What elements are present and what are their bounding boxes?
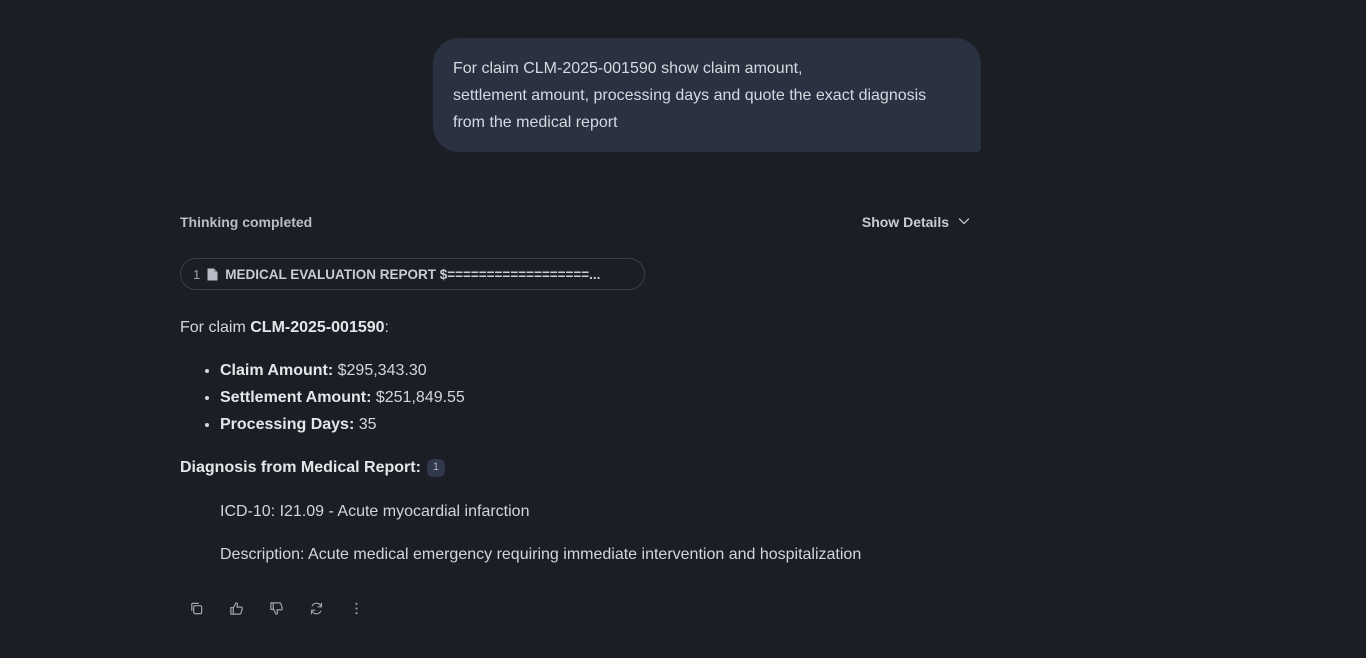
document-icon [207, 268, 218, 281]
fact-value: 35 [354, 416, 377, 433]
diagnosis-quote: ICD-10: I21.09 - Acute myocardial infarc… [220, 503, 530, 520]
diagnosis-heading: Diagnosis from Medical Report: 1 [180, 454, 980, 481]
user-message-bubble: For claim CLM-2025-001590 show claim amo… [433, 38, 981, 152]
thinking-status: Thinking completed [180, 214, 313, 230]
claim-facts-list: Claim Amount: $295,343.30 Settlement Amo… [180, 357, 980, 438]
thumbs-up-icon[interactable] [226, 596, 246, 620]
chat-page: For claim CLM-2025-001590 show claim amo… [0, 0, 1366, 658]
citation-badge[interactable]: 1 [426, 458, 445, 477]
user-message-line: settlement amount, processing days and q… [453, 87, 927, 104]
fact-label: Processing Days: [220, 416, 355, 433]
show-details-label: Show Details [861, 214, 949, 230]
user-message-line: For claim CLM-2025-001590 show claim amo… [453, 60, 803, 77]
claim-id: CLM-2025-001590 [250, 319, 385, 336]
list-item: Claim Amount: $295,343.30 [220, 357, 980, 384]
intro-prefix: For claim [180, 319, 251, 336]
source-title: MEDICAL EVALUATION REPORT $=============… [225, 266, 601, 282]
source-number: 1 [193, 266, 201, 282]
assistant-answer: For claim CLM-2025-001590: Claim Amount:… [180, 314, 980, 568]
diagnosis-quote: Description: Acute medical emergency req… [220, 546, 862, 563]
fact-value: $251,849.55 [371, 389, 465, 406]
copy-icon[interactable] [186, 596, 206, 620]
more-options-icon[interactable] [346, 596, 366, 620]
chevron-down-icon [958, 214, 970, 230]
answer-intro: For claim CLM-2025-001590: [180, 314, 980, 341]
list-item: Processing Days: 35 [220, 411, 980, 438]
intro-suffix: : [384, 319, 389, 336]
list-item: Settlement Amount: $251,849.55 [220, 384, 980, 411]
thinking-status-row: Thinking completed Show Details [180, 212, 970, 232]
message-actions [186, 596, 366, 620]
diagnosis-heading-text: Diagnosis from Medical Report: [180, 459, 421, 476]
fact-label: Settlement Amount: [220, 389, 372, 406]
show-details-button[interactable]: Show Details [862, 214, 970, 230]
fact-value: $295,343.30 [333, 362, 427, 379]
user-message-line: from the medical report [453, 114, 618, 131]
source-citation-chip[interactable]: 1 MEDICAL EVALUATION REPORT $===========… [180, 258, 645, 290]
regenerate-icon[interactable] [306, 596, 326, 620]
thumbs-down-icon[interactable] [266, 596, 286, 620]
fact-label: Claim Amount: [220, 362, 334, 379]
